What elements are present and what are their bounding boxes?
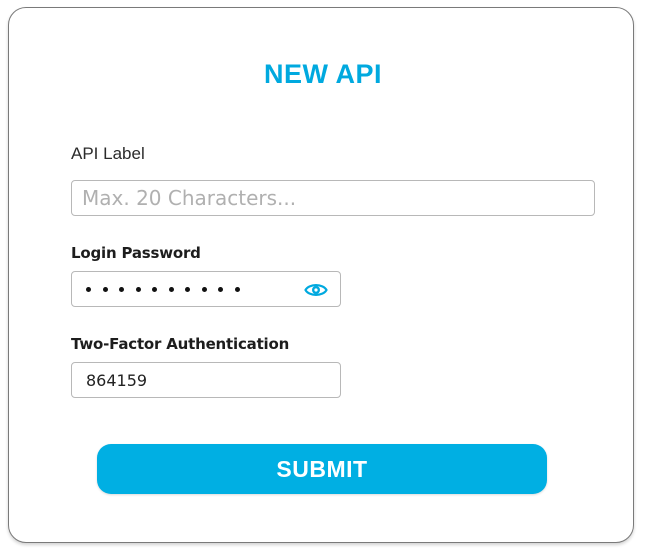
api-label-label: API Label: [71, 144, 145, 163]
password-dot: [168, 286, 174, 292]
login-password-label: Login Password: [71, 244, 201, 262]
password-dot: [86, 286, 91, 292]
password-dot: [234, 286, 240, 292]
two-factor-label: Two-Factor Authentication: [71, 335, 290, 353]
password-dot: [218, 286, 223, 292]
password-dot: [135, 286, 141, 292]
two-factor-input[interactable]: [71, 362, 341, 398]
api-label-input[interactable]: [71, 180, 595, 216]
password-dot: [201, 286, 207, 292]
password-dot: [102, 286, 108, 292]
eye-icon[interactable]: [304, 281, 328, 299]
login-password-field[interactable]: [71, 271, 341, 307]
password-dot: [119, 286, 124, 292]
form-title: NEW API: [264, 59, 382, 89]
password-dot: [152, 286, 157, 292]
password-dot: [185, 286, 190, 292]
password-mask: [86, 272, 240, 306]
submit-button[interactable]: SUBMIT: [97, 444, 547, 494]
